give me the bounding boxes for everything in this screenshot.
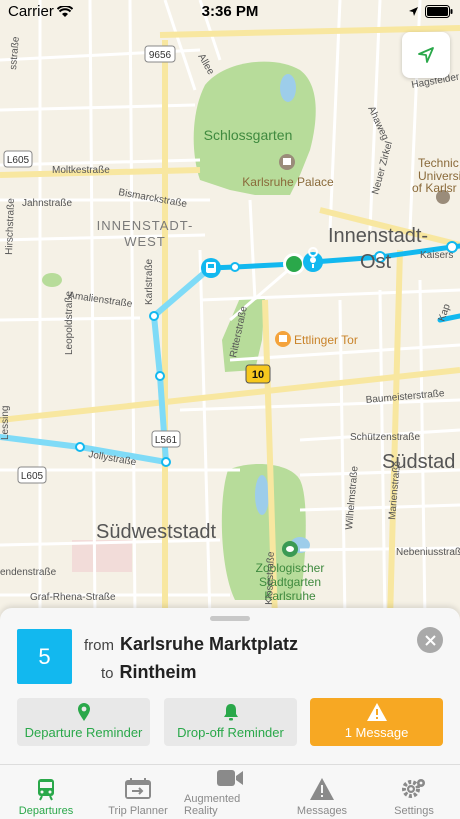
- close-icon: [424, 634, 436, 646]
- departure-reminder-button[interactable]: Departure Reminder: [17, 698, 150, 746]
- svg-text:Karlstraße: Karlstraße: [144, 258, 155, 305]
- svg-text:10: 10: [252, 369, 264, 381]
- close-sheet-button[interactable]: [417, 627, 443, 653]
- map-canvas: 9656 L605 L605 L561 10 Schlossgarten Kar…: [0, 0, 460, 620]
- route-info: from Karlsruhe Marktplatz to Rintheim: [84, 634, 298, 690]
- messages-alert-label: 1 Message: [344, 725, 409, 740]
- battery-icon: [425, 5, 453, 18]
- map-view[interactable]: 9656 L605 L605 L561 10 Schlossgarten Kar…: [0, 0, 460, 620]
- tab-departures-label: Departures: [18, 805, 74, 817]
- svg-text:Hirschstraße: Hirschstraße: [4, 198, 17, 255]
- ettlinger-tor-poi-icon: [275, 331, 291, 347]
- label-ettlinger-tor: Ettlinger Tor: [294, 333, 358, 347]
- warning-icon: [366, 703, 387, 721]
- label-innenstadt-ost-2: Ost: [360, 251, 392, 273]
- svg-text:L561: L561: [155, 435, 178, 446]
- label-schlossgarten: Schlossgarten: [204, 127, 293, 143]
- label-tech-univ-3: of Karlsr: [412, 181, 457, 195]
- svg-text:Nebeniusstraße: Nebeniusstraße: [396, 547, 460, 558]
- tab-augmented-reality-label: Augmented Reality: [184, 793, 241, 817]
- palace-poi-icon: [279, 154, 295, 170]
- dropoff-reminder-label: Drop-off Reminder: [177, 725, 284, 740]
- tab-trip-planner[interactable]: Trip Planner: [92, 765, 184, 819]
- tab-settings[interactable]: Settings: [368, 765, 460, 819]
- bell-icon: [223, 704, 238, 721]
- tab-settings-label: Settings: [394, 805, 434, 817]
- road-shield-10: 10: [245, 364, 271, 384]
- departure-detail-sheet: 5 from Karlsruhe Marktplatz to Rintheim De…: [0, 608, 460, 764]
- map-pin-icon: [77, 703, 90, 721]
- to-label: to: [101, 665, 114, 682]
- trip-planner-icon: [125, 778, 151, 799]
- gear-icon: [402, 779, 425, 798]
- tab-trip-planner-label: Trip Planner: [108, 805, 168, 817]
- sheet-grabber[interactable]: [210, 616, 250, 621]
- label-innenstadt-ost-1: Innenstadt-: [328, 225, 428, 247]
- tram-stop-icon[interactable]: [201, 258, 221, 278]
- line-badge: 5: [17, 629, 72, 684]
- tab-messages-label: Messages: [296, 805, 348, 817]
- svg-text:L605: L605: [21, 471, 44, 482]
- from-stop: Karlsruhe Marktplatz: [120, 634, 299, 654]
- video-camera-icon: [217, 770, 243, 786]
- messages-alert-button[interactable]: 1 Message: [310, 698, 443, 746]
- tab-bar: Departures Trip Planner Augmented Realit…: [0, 764, 460, 819]
- location-services-icon: [409, 7, 418, 16]
- zoo-poi-icon: [282, 541, 298, 557]
- status-bar: Carrier 3:36 PM: [0, 0, 460, 24]
- svg-text:Leopoldstraße: Leopoldstraße: [64, 291, 75, 355]
- svg-text:Graf-Rhena-Straße: Graf-Rhena-Straße: [30, 592, 116, 603]
- svg-text:Moltkestraße: Moltkestraße: [52, 165, 110, 176]
- svg-text:Klosestraße: Klosestraße: [264, 551, 277, 605]
- locate-me-button[interactable]: [402, 32, 450, 78]
- svg-text:endenstraße: endenstraße: [0, 567, 57, 578]
- svg-text:Lessing: Lessing: [0, 406, 11, 440]
- label-palace: Karlsruhe Palace: [242, 175, 334, 189]
- road-shield-l605-top: L605: [3, 150, 33, 168]
- tab-messages[interactable]: Messages: [276, 765, 368, 819]
- road-shield-l605-bottom: L605: [17, 466, 47, 484]
- tram-icon: [38, 779, 54, 801]
- clock: 3:36 PM: [201, 3, 259, 20]
- svg-text:Jahnstraße: Jahnstraße: [22, 198, 72, 209]
- svg-text:9656: 9656: [149, 50, 172, 61]
- current-location-icon: [283, 253, 305, 275]
- to-stop: Rintheim: [119, 662, 197, 682]
- svg-text:L605: L605: [7, 155, 30, 166]
- svg-text:Kaisers: Kaisers: [420, 250, 453, 261]
- label-suedweststadt: Südweststadt: [96, 521, 217, 543]
- road-shield-l561: L561: [151, 430, 181, 448]
- location-arrow-icon: [418, 47, 434, 63]
- from-label: from: [84, 637, 114, 654]
- label-tech-univ-1: Technic: [418, 156, 459, 170]
- departure-reminder-label: Departure Reminder: [24, 725, 143, 740]
- tab-augmented-reality[interactable]: Augmented Reality: [184, 765, 276, 819]
- svg-text:Schützenstraße: Schützenstraße: [350, 432, 420, 443]
- label-innenstadt-west-2: WEST: [124, 234, 166, 249]
- warning-icon: [310, 778, 334, 800]
- label-innenstadt-west-1: INNENSTADT-: [97, 218, 194, 233]
- road-shield-9656: 9656: [144, 45, 176, 63]
- tab-departures[interactable]: Departures: [0, 765, 92, 819]
- dropoff-reminder-button[interactable]: Drop-off Reminder: [164, 698, 297, 746]
